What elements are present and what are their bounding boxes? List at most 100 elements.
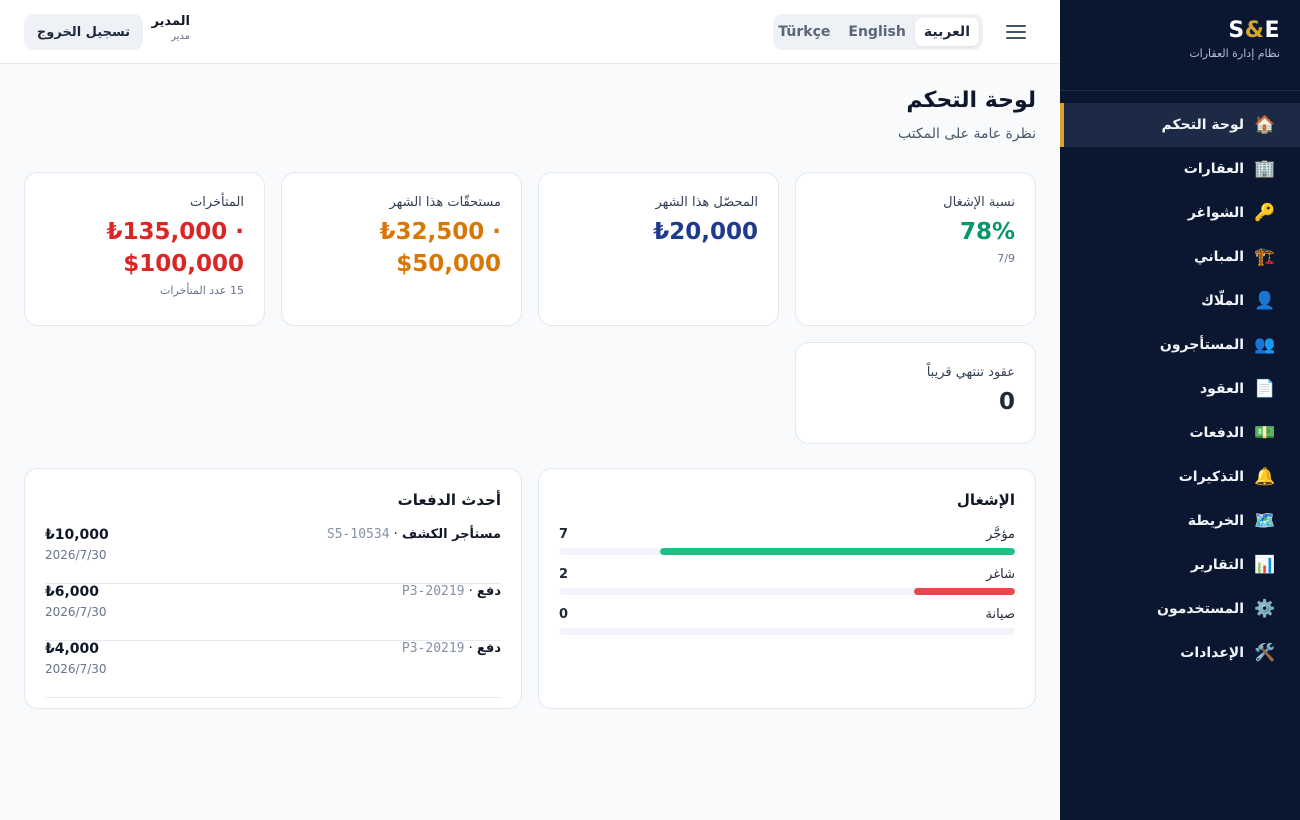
home-icon: 🏠 — [1254, 114, 1276, 135]
sidebar-item-label: العقود — [1200, 381, 1244, 397]
sidebar-item-label: المستخدمون — [1157, 601, 1244, 617]
sidebar-item-label: المباني — [1194, 249, 1244, 265]
payment-amount: ₺4,000 — [45, 641, 100, 657]
sidebar-item[interactable]: 👥 المستأجرون — [1060, 323, 1300, 367]
occupancy-bar-track — [559, 548, 1015, 555]
occupancy-row: مؤجَّر 7 — [559, 527, 1015, 555]
brand-logo-amp: & — [1244, 18, 1265, 43]
money-icon: 💵 — [1254, 422, 1276, 443]
sidebar-item-label: التقارير — [1190, 557, 1244, 573]
sidebar-item[interactable]: 📄 العقود — [1060, 367, 1300, 411]
sidebar: S&E نظام إدارة العقارات 🏠 لوحة التحكم 🏢 الع… — [1060, 0, 1300, 820]
lang-english-button[interactable]: English — [839, 18, 914, 46]
sidebar-item[interactable]: 💵 الدفعات — [1060, 411, 1300, 455]
sidebar-item-label: الإعدادات — [1180, 645, 1244, 661]
sidebar-item[interactable]: 🔔 التذكيرات — [1060, 455, 1300, 499]
payment-reference: P3-20219 — [401, 641, 465, 656]
payment-reference: P3-20219 — [401, 584, 465, 599]
user-info: المدير مدير — [151, 14, 190, 42]
gear-icon: ⚙️ — [1254, 598, 1276, 619]
occupancy-count: 2 — [559, 567, 569, 582]
payment-amount: ₺10,000 — [45, 527, 109, 543]
occupancy-bar-track — [559, 628, 1015, 635]
sidebar-item-label: التذكيرات — [1178, 469, 1244, 485]
sidebar-item-label: المستأجرون — [1159, 337, 1244, 353]
payment-row[interactable]: ₺10,000 2026/7/30 مستأجر الكشف · S5-10534 — [45, 527, 501, 584]
bar-chart-icon: 📊 — [1254, 554, 1276, 575]
separator-dot: · — [464, 641, 477, 656]
occupancy-row: صيانة 0 — [559, 607, 1015, 635]
building-icon: 🏢 — [1254, 158, 1276, 179]
page-subtitle: نظرة عامة على المكتب — [897, 126, 1036, 142]
occupancy-label: صيانة — [985, 607, 1015, 622]
stat-value-line2: $100,000 — [123, 251, 244, 277]
tools-icon: 🛠️ — [1254, 642, 1276, 663]
language-switcher: العربية English Türkçe — [773, 14, 983, 50]
payment-row[interactable]: ₺6,000 2026/7/30 دفع · P3-20219 — [45, 584, 501, 641]
sidebar-item[interactable]: 🗺️ الخريطة — [1060, 499, 1300, 543]
stat-label: المحصّل هذا الشهر — [655, 195, 759, 210]
payment-row[interactable]: ₺4,000 2026/7/30 دفع · P3-20219 — [45, 641, 501, 698]
stat-label: مستحقّات هذا الشهر — [389, 195, 501, 210]
payment-payer: مستأجر الكشف — [401, 527, 501, 542]
sidebar-item[interactable]: 🛠️ الإعدادات — [1060, 631, 1300, 675]
stat-value-line1: ₺32,500 · — [379, 219, 501, 245]
stat-foot: 15 عدد المتأخرات — [160, 284, 244, 297]
sidebar-item-label: الخريطة — [1187, 513, 1244, 529]
bell-icon: 🔔 — [1254, 466, 1276, 487]
logout-button[interactable]: تسجيل الخروج — [24, 14, 143, 50]
sidebar-nav: 🏠 لوحة التحكم 🏢 العقارات 🔑 الشواغر 🏗️ المباني 👤 ا… — [1060, 103, 1300, 675]
lang-arabic-button[interactable]: العربية — [914, 18, 979, 46]
sidebar-item-label: الملّاك — [1201, 293, 1244, 309]
payment-payer: دفع — [476, 584, 501, 599]
section-title: أحدث الدفعات — [397, 491, 501, 509]
expiring-contracts-card: عقود تنتهي قريباً 0 — [795, 342, 1036, 444]
payment-date: 2026/7/30 — [45, 548, 107, 562]
payment-date: 2026/7/30 — [45, 662, 107, 676]
sidebar-item[interactable]: 🏢 العقارات — [1060, 147, 1300, 191]
topbar: العربية English Türkçe المدير مدير تسجيل… — [0, 0, 1060, 64]
separator-dot: · — [464, 584, 477, 599]
stat-value-line1: ₺135,000 · — [106, 219, 244, 245]
main-area: العربية English Türkçe المدير مدير تسجيل… — [0, 0, 1060, 820]
brand-logo[interactable]: S&E — [1080, 18, 1280, 43]
occupancy-panel: الإشغال مؤجَّر 7 شاغر 2 صيانة 0 — [538, 468, 1036, 709]
stat-label: المتأخرات — [189, 195, 244, 210]
brand-logo-prefix: S — [1228, 18, 1245, 43]
stat-label: عقود تنتهي قريباً — [926, 365, 1015, 380]
construction-icon: 🏗️ — [1254, 246, 1276, 267]
occupancy-label: شاغر — [986, 567, 1015, 582]
separator-dot: · — [389, 527, 402, 542]
menu-toggle-icon[interactable] — [1006, 22, 1026, 40]
brand: S&E نظام إدارة العقارات — [1060, 0, 1300, 91]
sidebar-item[interactable]: 🔑 الشواغر — [1060, 191, 1300, 235]
sidebar-item[interactable]: ⚙️ المستخدمون — [1060, 587, 1300, 631]
sidebar-item[interactable]: 🏠 لوحة التحكم — [1060, 103, 1300, 147]
payment-amount: ₺6,000 — [45, 584, 100, 600]
payment-reference: S5-10534 — [326, 527, 390, 542]
page-title: لوحة التحكم — [906, 88, 1036, 113]
stat-value: ₺20,000 — [653, 219, 758, 245]
overdue-card: المتأخرات ₺135,000 · $100,000 15 عدد الم… — [24, 172, 265, 326]
sidebar-item[interactable]: 👤 الملّاك — [1060, 279, 1300, 323]
lang-turkish-button[interactable]: Türkçe — [769, 18, 839, 46]
recent-payments-panel: أحدث الدفعات ₺10,000 2026/7/30 مستأجر الكش… — [24, 468, 522, 709]
stat-value: 78% — [959, 219, 1015, 245]
stat-value-line2: $50,000 — [396, 251, 501, 277]
payment-payer: دفع — [476, 641, 501, 656]
map-icon: 🗺️ — [1254, 510, 1276, 531]
document-icon: 📄 — [1254, 378, 1276, 399]
brand-logo-suffix: E — [1264, 18, 1280, 43]
due-this-month-card: مستحقّات هذا الشهر ₺32,500 · $50,000 — [281, 172, 522, 326]
occupancy-count: 0 — [559, 607, 569, 622]
section-title: الإشغال — [956, 491, 1015, 509]
occupancy-bar-fill — [913, 588, 1015, 595]
sidebar-item-label: لوحة التحكم — [1161, 117, 1244, 133]
sidebar-item[interactable]: 📊 التقارير — [1060, 543, 1300, 587]
stat-label: نسبة الإشغال — [943, 195, 1015, 210]
occupancy-count: 7 — [559, 527, 569, 542]
occupancy-row: شاغر 2 — [559, 567, 1015, 595]
sidebar-item[interactable]: 🏗️ المباني — [1060, 235, 1300, 279]
occupancy-rate-card: نسبة الإشغال 78% 7/9 — [795, 172, 1036, 326]
payment-date: 2026/7/30 — [45, 605, 107, 619]
